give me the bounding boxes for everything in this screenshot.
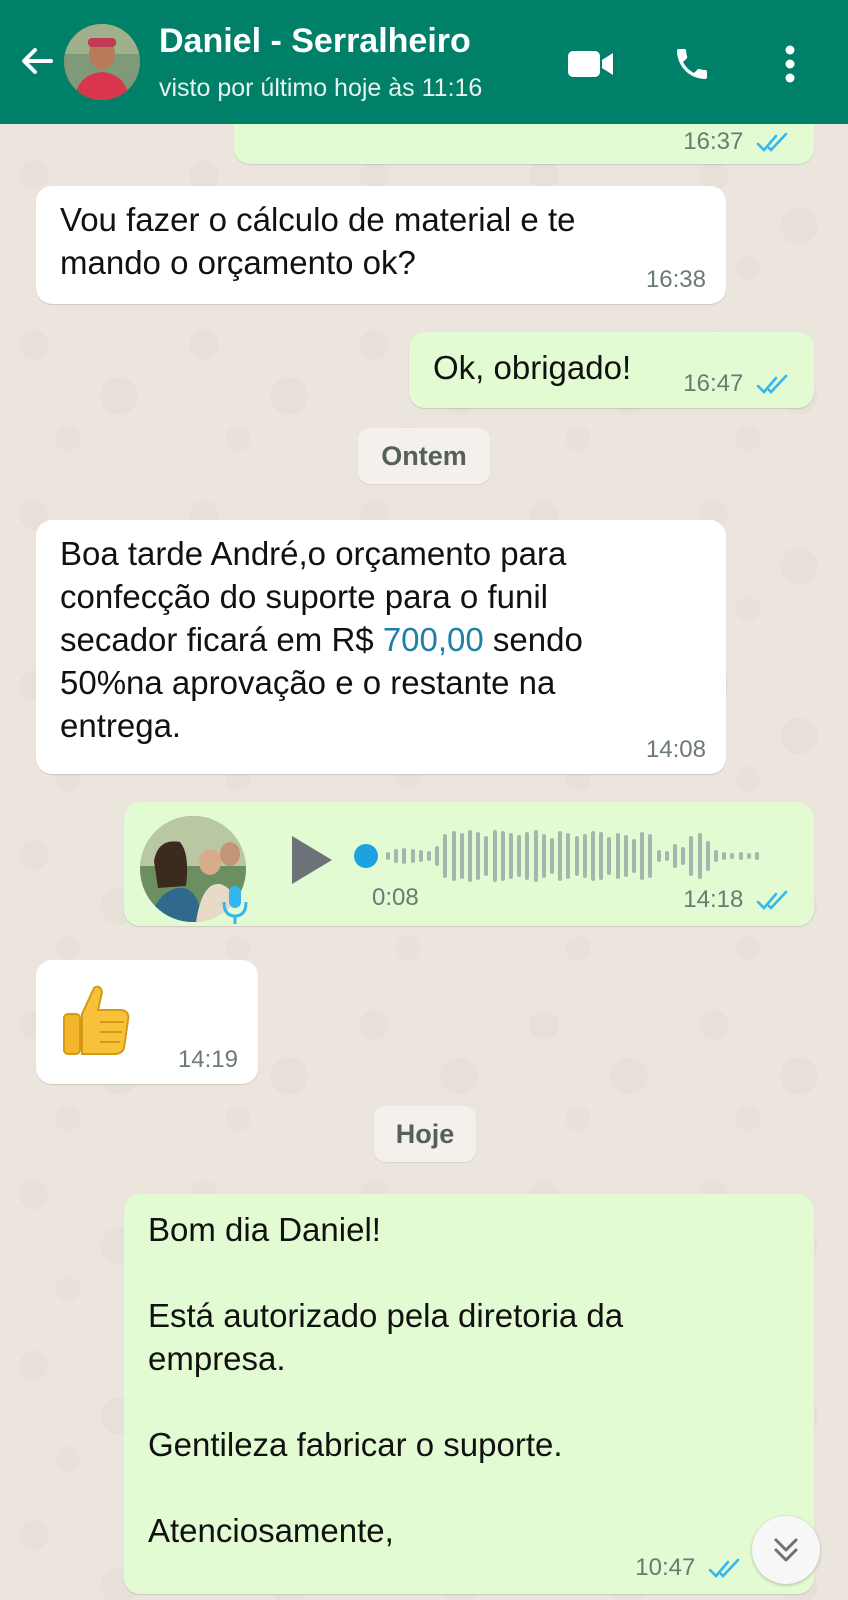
waveform-bar xyxy=(738,852,743,860)
waveform-bar xyxy=(386,852,390,860)
waveform-bar xyxy=(476,832,481,880)
waveform-bar xyxy=(394,849,399,863)
double-chevron-down-icon xyxy=(774,1538,798,1562)
waveform-bar xyxy=(681,847,686,865)
phone-icon xyxy=(677,49,707,79)
waveform-bar xyxy=(574,836,579,876)
waveform-bar xyxy=(468,830,472,882)
avatar-photo xyxy=(64,24,140,100)
message-text: Vou fazer o cálculo de material e te man… xyxy=(60,201,576,281)
waveform-bar xyxy=(484,836,489,876)
message-time: 10:47 xyxy=(635,1554,744,1582)
waveform-bar xyxy=(500,831,505,881)
arrow-left-icon xyxy=(22,48,53,74)
waveform-bar xyxy=(697,833,702,879)
double-check-icon xyxy=(756,890,788,910)
double-check-icon xyxy=(756,374,788,394)
message-time: 14:18 xyxy=(683,886,792,914)
playback-slider-thumb[interactable] xyxy=(354,844,378,868)
waveform-bar xyxy=(640,832,645,880)
waveform-bar xyxy=(689,836,694,876)
video-call-button[interactable] xyxy=(567,40,615,88)
waveform-bar xyxy=(418,850,423,862)
message-incoming[interactable]: Vou fazer o cálculo de material e te man… xyxy=(36,186,726,304)
waveform-bar xyxy=(451,831,456,881)
double-check-icon xyxy=(756,132,788,152)
scroll-to-bottom-button[interactable] xyxy=(752,1516,820,1584)
back-button[interactable] xyxy=(14,38,60,84)
message-time: 16:38 xyxy=(645,266,706,293)
waveform-bar xyxy=(402,848,407,864)
waveform-bar xyxy=(591,831,595,881)
waveform-bar xyxy=(730,853,735,859)
chat-header: Daniel - Serralheiro visto por último ho… xyxy=(0,0,848,124)
message-time: 16:37 xyxy=(683,128,792,156)
waveform-bar xyxy=(755,852,759,860)
waveform-bar xyxy=(443,834,448,878)
waveform-bar xyxy=(623,835,628,877)
message-outgoing[interactable]: Bom dia Daniel! Está autorizado pela dir… xyxy=(124,1194,814,1594)
message-text: Bom dia Daniel! Está autorizado pela dir… xyxy=(148,1211,624,1549)
last-seen-status: visto por último hoje às 11:16 xyxy=(159,74,483,102)
waveform-bar xyxy=(427,851,431,861)
waveform-bar xyxy=(435,846,440,866)
waveform-bar xyxy=(648,834,653,878)
voice-waveform[interactable] xyxy=(354,824,774,888)
chat-area[interactable]: 16:37 Vou fazer o cálculo de material e … xyxy=(0,124,848,1600)
waveform-bar xyxy=(705,841,710,871)
play-icon xyxy=(292,836,332,884)
waveform-bar xyxy=(541,834,546,878)
waveform-bar xyxy=(599,832,604,880)
date-separator: Ontem xyxy=(358,428,490,484)
message-text: Boa tarde André,o orçamento para confecç… xyxy=(60,535,583,744)
avatar[interactable] xyxy=(64,24,140,100)
thumbs-up-icon xyxy=(63,985,130,1055)
message-incoming-emoji[interactable]: 14:19 xyxy=(36,960,258,1084)
message-time: 14:19 xyxy=(177,1046,238,1073)
more-vertical-icon xyxy=(785,45,795,83)
waveform-bar xyxy=(558,831,563,881)
waveform-bar xyxy=(632,839,636,873)
menu-button[interactable] xyxy=(776,40,804,88)
waveform-bar xyxy=(517,835,522,877)
waveform-bar xyxy=(722,852,727,860)
video-camera-icon xyxy=(568,51,613,77)
waveform-bar xyxy=(410,849,415,863)
waveform-bar xyxy=(550,838,554,874)
double-check-icon xyxy=(708,1558,740,1578)
voice-call-button[interactable] xyxy=(668,40,716,88)
waveform-bar xyxy=(492,830,497,882)
message-time: 14:08 xyxy=(645,736,706,763)
contact-name[interactable]: Daniel - Serralheiro xyxy=(159,22,471,61)
waveform-bar xyxy=(525,832,530,880)
waveform-bar xyxy=(533,830,538,882)
message-time: 16:47 xyxy=(683,370,792,398)
amount-link[interactable]: 700,00 xyxy=(383,621,484,658)
date-separator: Hoje xyxy=(374,1106,476,1162)
waveform-bar xyxy=(714,850,718,862)
voice-message[interactable]: 0:08 14:18 xyxy=(124,802,814,926)
waveform-bar xyxy=(582,834,587,878)
waveform-bar xyxy=(459,833,464,879)
play-button[interactable] xyxy=(286,832,336,888)
waveform-bar xyxy=(566,833,571,879)
waveform-bar xyxy=(673,844,677,868)
voice-duration: 0:08 xyxy=(372,884,419,911)
message-outgoing-partial[interactable]: 16:37 xyxy=(234,124,814,164)
message-outgoing[interactable]: Ok, obrigado! 16:47 xyxy=(409,332,814,408)
waveform-bar xyxy=(607,837,612,875)
waveform-bar xyxy=(615,833,620,879)
waveform-bar xyxy=(746,853,751,859)
message-incoming[interactable]: Boa tarde André,o orçamento para confecç… xyxy=(36,520,726,774)
waveform-bar xyxy=(664,851,669,861)
mic-icon xyxy=(222,886,248,924)
waveform-bar xyxy=(656,850,661,862)
waveform-bar xyxy=(509,833,513,879)
